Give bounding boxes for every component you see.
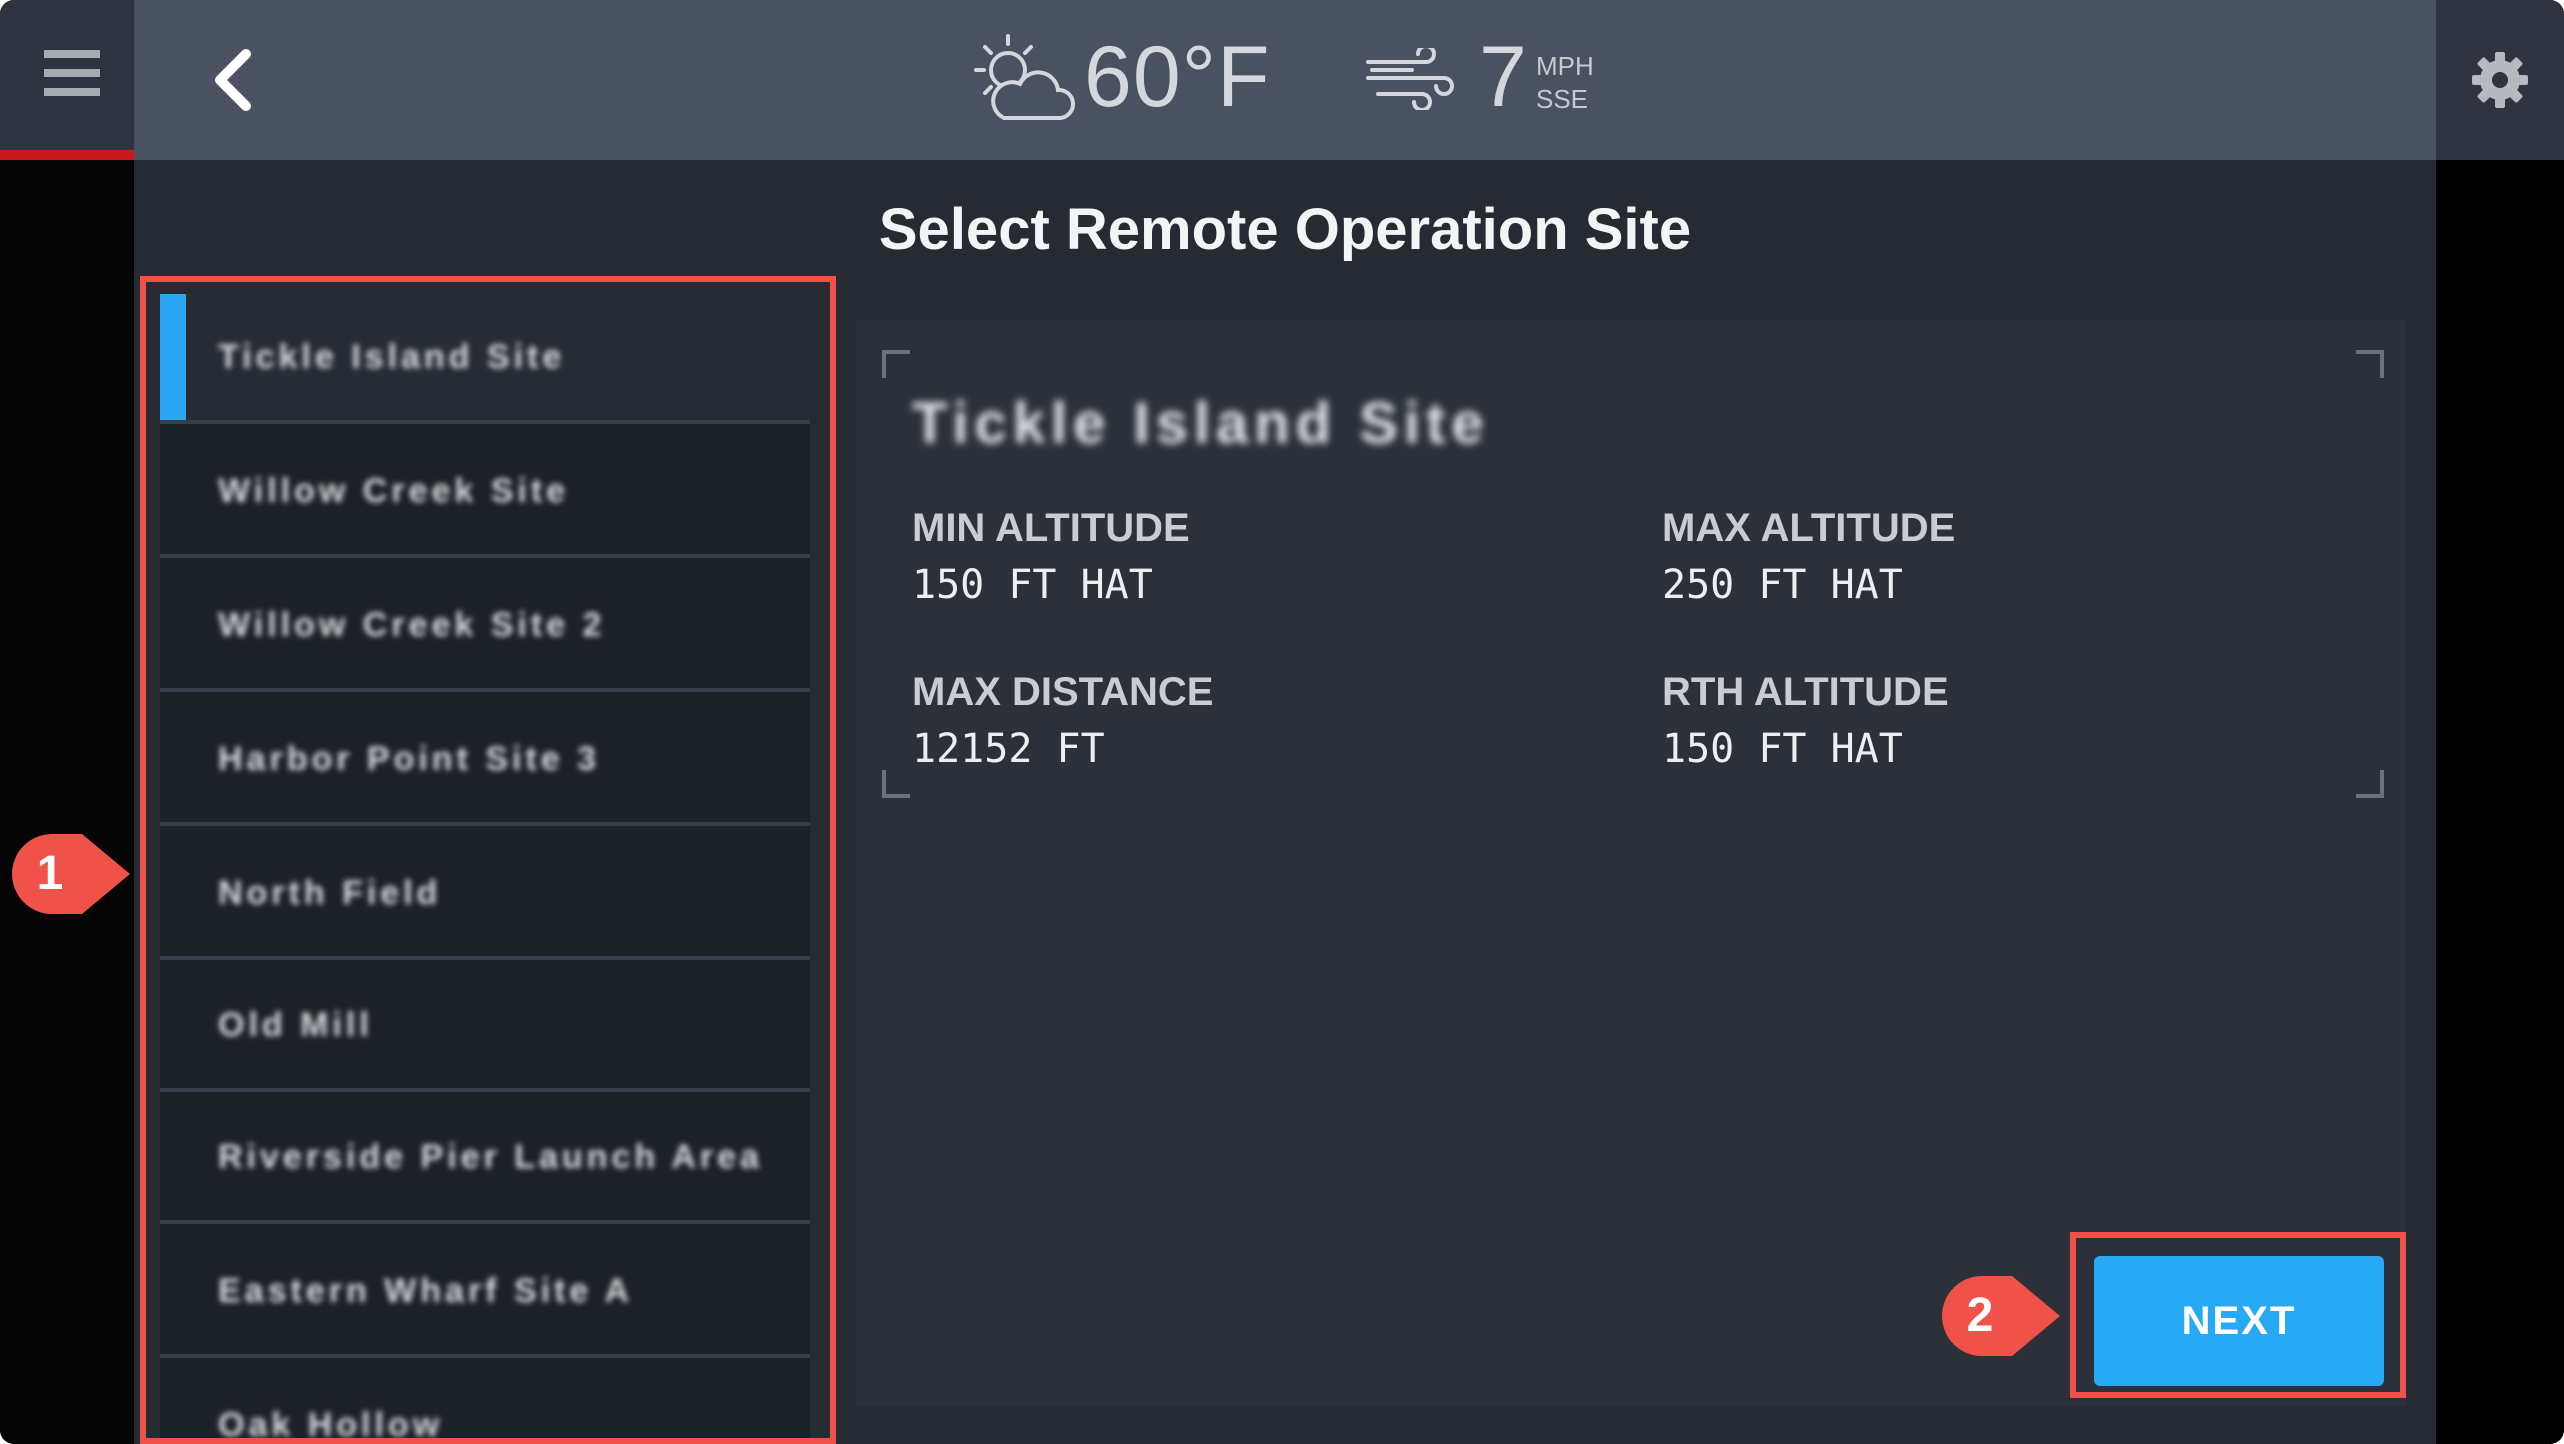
- wind-unit-label: MPH: [1536, 51, 1594, 81]
- callout-number: 2: [1966, 1289, 1994, 1342]
- temperature-readout: 60°F: [1084, 29, 1271, 125]
- rth-altitude-value: 150 FT HAT: [1662, 726, 1903, 772]
- max-distance-value: 12152 FT: [912, 726, 1105, 772]
- rth-altitude-label: RTH ALTITUDE: [1662, 670, 1949, 714]
- page-title: Select Remote Operation Site: [878, 197, 1692, 262]
- right-rail: [2436, 0, 2564, 1444]
- top-bar: 60°F 7 MPH SSE: [134, 0, 2436, 160]
- settings-button[interactable]: [2436, 0, 2564, 160]
- next-button-highlight: [2070, 1232, 2406, 1398]
- max-altitude-value: 250 FT HAT: [1662, 562, 1903, 608]
- wind-unit-readout: MPH SSE: [1536, 50, 1594, 115]
- gear-icon: [2472, 52, 2528, 108]
- wind-direction-label: SSE: [1536, 83, 1589, 114]
- frame-corner: [2356, 350, 2384, 378]
- selected-site-name: Tickle Island Site: [912, 391, 1490, 456]
- max-altitude-label: MAX ALTITUDE: [1662, 506, 1956, 550]
- frame-corner: [882, 350, 910, 378]
- wind-icon: [1366, 48, 1454, 110]
- partly-cloudy-icon: [974, 34, 1076, 120]
- callout-marker-1: 1: [8, 830, 134, 918]
- wind-speed-readout: 7: [1479, 29, 1527, 125]
- menu-button[interactable]: [0, 0, 134, 160]
- hamburger-menu-icon: [44, 50, 100, 96]
- frame-corner: [882, 770, 910, 798]
- callout-number: 1: [36, 847, 64, 900]
- site-list-highlight: [140, 276, 836, 1444]
- min-altitude-value: 150 FT HAT: [912, 562, 1153, 608]
- min-altitude-label: MIN ALTITUDE: [912, 506, 1190, 550]
- left-rail: [0, 0, 134, 1444]
- frame-corner: [2356, 770, 2384, 798]
- max-distance-label: MAX DISTANCE: [912, 670, 1214, 714]
- back-arrow-icon[interactable]: [204, 48, 264, 112]
- callout-marker-2: 2: [1938, 1272, 2064, 1360]
